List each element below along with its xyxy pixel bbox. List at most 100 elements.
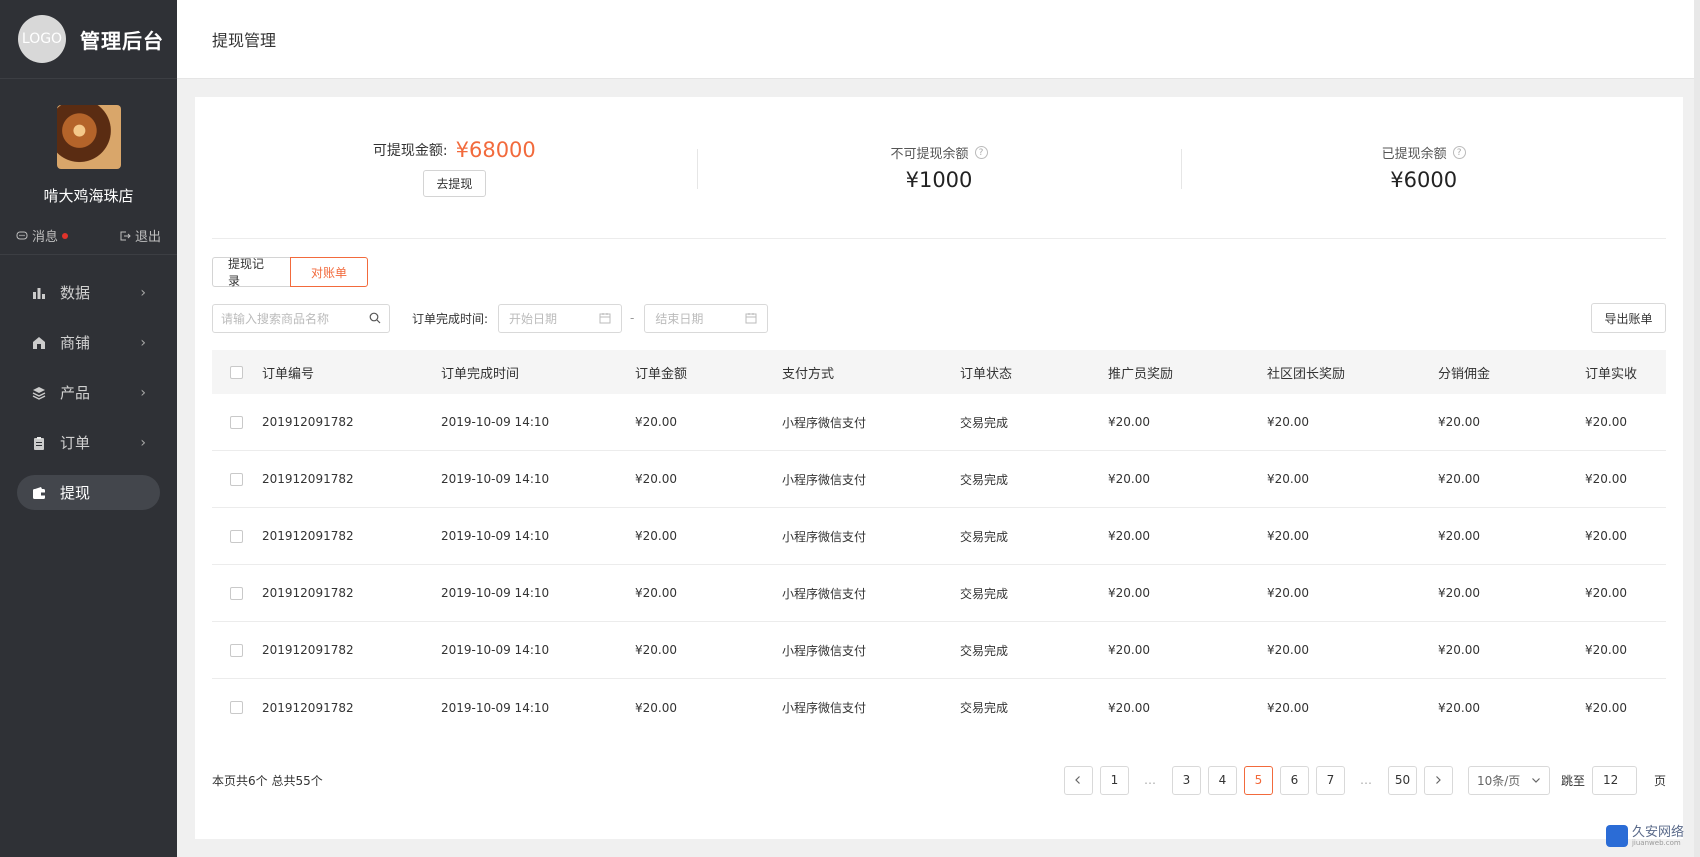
layers-icon (32, 386, 46, 400)
table-cell: ¥20.00 (1585, 472, 1627, 486)
brand: LOGO 管理后台 (0, 0, 177, 79)
row-checkbox[interactable] (230, 415, 243, 429)
avatar (56, 105, 121, 169)
profile-actions: 消息 退出 (0, 226, 177, 245)
column-header: 社区团长奖励 (1267, 366, 1346, 382)
shop-icon (32, 336, 46, 350)
unavailable-balance: 不可提现余额 ? ¥1000 (696, 97, 1182, 238)
calendar-icon (599, 313, 611, 324)
table-cell: 交易完成 (960, 529, 1009, 544)
logout-link[interactable]: 退出 (119, 226, 161, 245)
sidebar-item-order[interactable]: 订单 › (17, 425, 160, 460)
table-cell: ¥20.00 (1585, 415, 1627, 429)
withdrawn-label: 已提现余额 (1381, 147, 1447, 162)
table-cell: ¥20.00 (1585, 643, 1627, 657)
withdraw-button[interactable]: 去提现 (422, 170, 486, 197)
table-cell: ¥20.00 (1438, 529, 1480, 543)
page-ellipsis[interactable]: … (1352, 773, 1381, 787)
sidebar-item-withdraw[interactable]: 提现 (17, 475, 160, 510)
scrollbar[interactable] (1694, 0, 1700, 857)
select-all-checkbox[interactable] (230, 365, 243, 379)
sidebar-item-shop[interactable]: 商铺 › (17, 325, 160, 360)
table-row: 201912091782 2019-10-09 14:10 ¥20.00 小程序微信支… (212, 565, 1666, 622)
table-row: 201912091782 2019-10-09 14:10 ¥20.00 小程序微信支… (212, 622, 1666, 679)
row-checkbox[interactable] (230, 529, 243, 543)
page-button[interactable]: 4 (1207, 765, 1237, 795)
shop-name: 啃大鸡海珠店 (43, 187, 134, 205)
table-cell: ¥20.00 (635, 643, 677, 657)
page-size-select[interactable]: 10条/页 (1467, 765, 1550, 795)
page-button[interactable]: 1 (1099, 765, 1129, 795)
sidebar-item-label: 数据 (60, 284, 91, 302)
search-icon[interactable] (369, 312, 381, 324)
table-cell: ¥20.00 (1585, 586, 1627, 600)
table-cell: ¥20.00 (635, 415, 677, 429)
page-numbers: 1 … 3 4 5 6 7 … 50 (1099, 765, 1417, 795)
end-date-picker[interactable]: 结束日期 (644, 303, 769, 333)
completion-time-label: 订单完成时间: (412, 311, 489, 326)
table-cell: 交易完成 (960, 415, 1009, 430)
table-cell: 交易完成 (960, 701, 1009, 715)
row-checkbox[interactable] (230, 586, 243, 600)
column-header: 订单状态 (960, 366, 1013, 382)
table-cell: ¥20.00 (1108, 529, 1150, 543)
help-icon[interactable]: ? (974, 146, 988, 159)
available-amount: ¥68000 (455, 138, 536, 162)
help-icon[interactable]: ? (1452, 146, 1466, 159)
table-cell: 2019-10-09 14:10 (441, 472, 550, 486)
table-cell: ¥20.00 (1438, 415, 1480, 429)
table-cell: 2019-10-09 14:10 (441, 529, 550, 543)
page-header: 提现管理 (177, 0, 1700, 79)
chevron-right-icon: › (140, 434, 146, 451)
table-cell: 201912091782 (262, 586, 354, 600)
page-size-value: 10条/页 (1476, 773, 1521, 788)
tabs: 提现记录 对账单 (212, 257, 368, 288)
page-button[interactable]: 7 (1315, 765, 1345, 795)
tab-statement[interactable]: 对账单 (290, 257, 368, 287)
table-cell: ¥20.00 (1438, 643, 1480, 657)
export-statement-button[interactable]: 导出账单 (1591, 303, 1666, 333)
search-input[interactable]: 请输入搜索商品名称 (212, 303, 390, 333)
table-cell: ¥20.00 (635, 700, 677, 715)
table-cell: ¥20.00 (1108, 586, 1150, 600)
withdrawn-balance: 已提现余额 ? ¥6000 (1181, 97, 1666, 238)
start-date-picker[interactable]: 开始日期 (498, 303, 623, 333)
table-cell: ¥20.00 (1108, 415, 1150, 429)
tab-withdraw-records[interactable]: 提现记录 (212, 257, 290, 288)
prev-page-button[interactable] (1063, 765, 1093, 795)
message-icon (16, 231, 28, 239)
page-ellipsis[interactable]: … (1136, 773, 1165, 787)
table-cell: 201912091782 (262, 415, 354, 429)
page-button[interactable]: 6 (1279, 765, 1309, 795)
page-button[interactable]: 50 (1387, 765, 1417, 795)
brand-title: 管理后台 (80, 28, 164, 53)
available-label: 可提现金额: (372, 143, 448, 159)
row-checkbox[interactable] (230, 643, 243, 657)
statement-table: 订单编号 订单完成时间 订单金额 支付方式 订单状态 推广员奖励 社区团长奖励 … (212, 350, 1666, 736)
row-checkbox[interactable] (230, 472, 243, 486)
jump-page-input[interactable]: 12 (1591, 765, 1637, 795)
table-cell: 小程序微信支付 (782, 701, 867, 715)
page-title: 提现管理 (212, 31, 277, 50)
table-row: 201912091782 2019-10-09 14:10 ¥20.00 小程序微信支… (212, 451, 1666, 508)
sidebar-item-product[interactable]: 产品 › (17, 375, 160, 410)
column-header: 推广员奖励 (1108, 366, 1174, 382)
calendar-icon (745, 313, 757, 324)
table-cell: ¥20.00 (1438, 472, 1480, 486)
next-page-button[interactable] (1423, 765, 1453, 795)
row-checkbox[interactable] (230, 701, 243, 714)
logout-label: 退出 (134, 230, 161, 245)
page-button[interactable]: 5 (1243, 765, 1273, 795)
chevron-down-icon (1532, 778, 1540, 783)
column-header: 分销佣金 (1438, 366, 1491, 382)
filter-bar: 请输入搜索商品名称 订单完成时间: 开始日期 - 结束日期 导出账单 (212, 303, 1666, 333)
page-button[interactable]: 3 (1171, 765, 1201, 795)
logout-icon (120, 231, 131, 240)
chevron-right-icon: › (140, 284, 146, 301)
chevron-right-icon: › (140, 334, 146, 351)
pagination: 1 … 3 4 5 6 7 … 50 10条/页 跳至 12 页 (1063, 765, 1666, 795)
table-cell: ¥20.00 (1438, 586, 1480, 600)
sidebar-item-data[interactable]: 数据 › (17, 275, 160, 310)
messages-link[interactable]: 消息 (16, 226, 69, 245)
table-cell: 2019-10-09 14:10 (441, 643, 550, 657)
